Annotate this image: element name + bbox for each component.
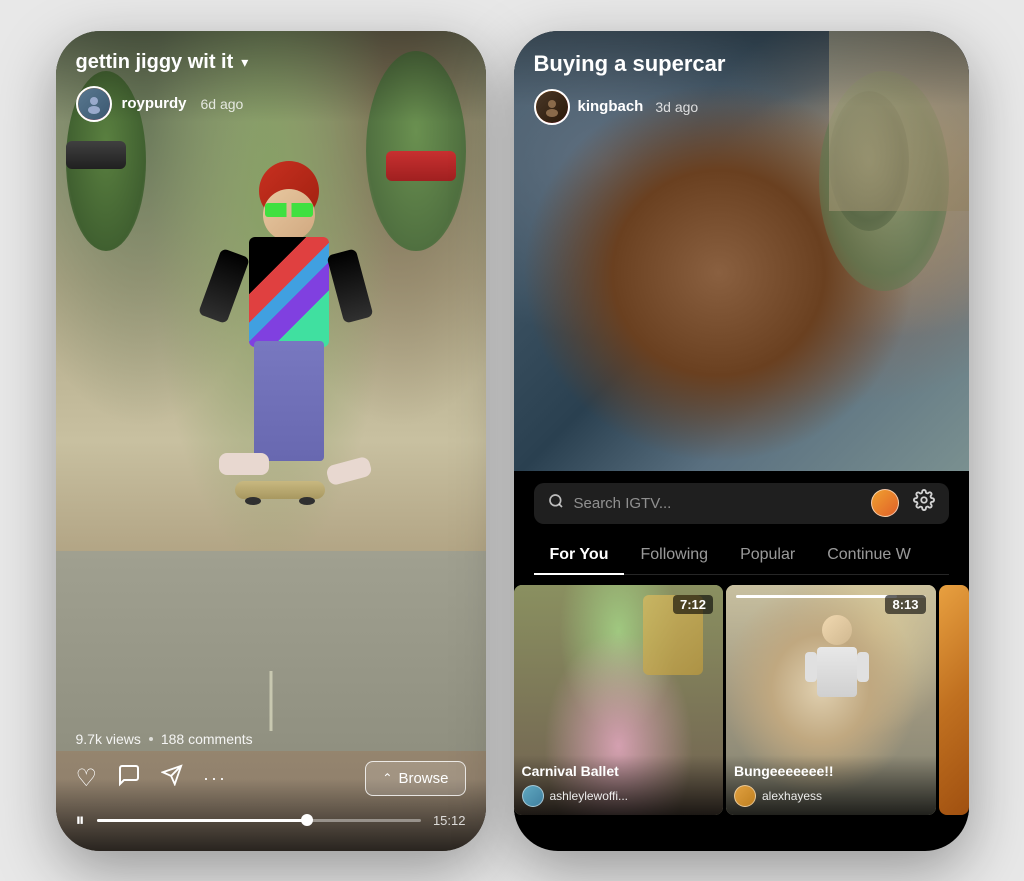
tab-for-you[interactable]: For You — [534, 538, 625, 574]
video-time: 15:12 — [433, 813, 466, 828]
wheel-right — [299, 497, 315, 505]
avatar-person-icon — [84, 94, 104, 114]
car-red — [386, 151, 456, 181]
progress-bar[interactable] — [97, 819, 421, 822]
left-user-row: roypurdy 6d ago — [76, 86, 466, 122]
bungee-avatar — [734, 785, 756, 807]
thumb-bungee[interactable]: 8:13 Bungeeeeeee!! alexhayess — [726, 585, 936, 815]
settings-svg — [913, 489, 935, 511]
thumbnails-row: 7:12 Carnival Ballet ashleylewoffi... — [514, 575, 969, 815]
left-top-overlay: gettin jiggy wit it ▾ roypurdy 6d ago — [56, 31, 486, 122]
wheel-left — [245, 497, 261, 505]
comments-stat: 188 comments — [161, 731, 253, 747]
third-background — [939, 585, 969, 815]
search-icon — [548, 493, 564, 514]
left-time-ago: 6d ago — [201, 96, 244, 112]
more-icon[interactable]: ··· — [203, 768, 227, 789]
bungee-username: alexhayess — [762, 789, 822, 803]
pants — [254, 341, 324, 461]
tab-continue[interactable]: Continue W — [811, 538, 927, 574]
search-placeholder: Search IGTV... — [574, 495, 672, 512]
video-title: gettin jiggy wit it — [76, 51, 234, 74]
road — [56, 551, 486, 751]
right-top-section: Buying a supercar kingbach 3d ago — [514, 31, 969, 471]
left-avatar[interactable] — [76, 86, 112, 122]
ballet-bottom: Carnival Ballet ashleylewoffi... — [514, 755, 724, 815]
share-svg — [161, 764, 183, 786]
progress-fill — [97, 819, 308, 822]
left-title-row: gettin jiggy wit it ▾ — [76, 51, 466, 74]
share-icon[interactable] — [161, 764, 183, 793]
left-username[interactable]: roypurdy — [122, 95, 187, 112]
action-icons: ♡ ··· — [76, 763, 228, 794]
search-bar[interactable]: Search IGTV... — [534, 483, 949, 524]
right-phone: Buying a supercar kingbach 3d ago — [514, 31, 969, 851]
bungee-person — [807, 615, 867, 735]
right-avatar[interactable] — [534, 89, 570, 125]
stats-separator — [149, 737, 153, 741]
progress-row: ⏸ 15:12 — [76, 810, 466, 831]
search-svg — [548, 493, 564, 509]
actions-row: ♡ ··· — [76, 761, 466, 796]
ballet-title: Carnival Ballet — [522, 763, 716, 779]
right-user-row: kingbach 3d ago — [534, 89, 949, 125]
profile-mini-icon[interactable] — [871, 489, 899, 517]
glasses — [265, 203, 313, 217]
title-dropdown-icon[interactable]: ▾ — [241, 54, 248, 71]
right-username[interactable]: kingbach — [578, 98, 644, 115]
like-icon[interactable]: ♡ — [76, 764, 98, 793]
ballet-avatar — [522, 785, 544, 807]
bungee-arm-l — [805, 652, 817, 682]
ballet-duration: 7:12 — [673, 595, 713, 614]
face — [263, 189, 315, 241]
browse-button[interactable]: ⌃ Browse — [365, 761, 465, 796]
left-video-background: gettin jiggy wit it ▾ roypurdy 6d ago — [56, 31, 486, 851]
stats-row: 9.7k views 188 comments — [76, 731, 466, 747]
jacket — [249, 237, 329, 347]
right-middle-section: Search IGTV... For You Followin — [514, 471, 969, 575]
bungee-arm-r — [857, 652, 869, 682]
right-arm — [326, 248, 373, 323]
right-time-ago: 3d ago — [655, 99, 698, 115]
bungee-body — [817, 647, 857, 697]
right-video-title: Buying a supercar — [534, 51, 949, 77]
thumb-ballet[interactable]: 7:12 Carnival Ballet ashleylewoffi... — [514, 585, 724, 815]
right-shoe — [325, 455, 373, 486]
left-phone: gettin jiggy wit it ▾ roypurdy 6d ago — [56, 31, 486, 851]
progress-scrubber[interactable] — [301, 814, 313, 826]
skater-figure — [199, 161, 379, 561]
tab-following[interactable]: Following — [624, 538, 724, 574]
views-stat: 9.7k views — [76, 731, 141, 747]
thumb-third[interactable] — [939, 585, 969, 815]
road-center-line — [269, 671, 272, 731]
skateboard — [235, 481, 325, 499]
pause-button[interactable]: ⏸ — [76, 810, 85, 831]
browse-label: Browse — [398, 770, 448, 787]
avatar-inner — [78, 88, 110, 120]
left-bottom-overlay: 9.7k views 188 comments ♡ — [56, 731, 486, 851]
right-top-overlay: Buying a supercar kingbach 3d ago — [514, 31, 969, 125]
bungee-progress-fill — [736, 595, 897, 598]
left-shoe — [219, 453, 269, 475]
browse-arrow: ⌃ — [382, 771, 392, 785]
bungee-user-row: alexhayess — [734, 785, 928, 807]
car-dark — [66, 141, 126, 169]
right-avatar-inner — [536, 91, 568, 123]
ballet-username: ashleylewoffi... — [550, 789, 629, 803]
bungee-title: Bungeeeeeee!! — [734, 763, 928, 779]
phones-container: gettin jiggy wit it ▾ roypurdy 6d ago — [56, 31, 969, 851]
comment-icon[interactable] — [117, 763, 141, 794]
bungee-bottom: Bungeeeeeee!! alexhayess — [726, 755, 936, 815]
ballet-user-row: ashleylewoffi... — [522, 785, 716, 807]
bungee-duration: 8:13 — [885, 595, 925, 614]
avatar-person-icon-right — [542, 97, 562, 117]
search-right-icons — [871, 489, 935, 517]
settings-icon[interactable] — [913, 489, 935, 517]
skater-scene — [56, 31, 486, 851]
left-arm — [197, 247, 249, 323]
comment-svg — [117, 763, 141, 787]
tab-popular[interactable]: Popular — [724, 538, 811, 574]
tabs-row: For You Following Popular Continue W — [534, 538, 949, 575]
bungee-head — [822, 615, 852, 645]
